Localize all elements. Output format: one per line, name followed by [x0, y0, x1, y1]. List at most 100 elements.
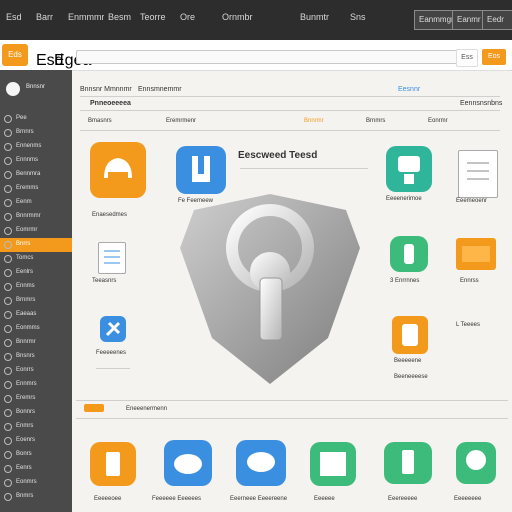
bottom-label: Eneeenermenn: [126, 406, 168, 412]
breadcrumb-1[interactable]: Bnnsnr Mmnnmr: [80, 86, 132, 93]
bottom-app-label-5: Eeereeeee: [388, 496, 418, 502]
sidebar-item[interactable]: Tomcs: [0, 252, 72, 266]
folder-app-icon[interactable]: [456, 238, 496, 270]
shield-lock-icon: [178, 188, 362, 388]
sidebar-item-icon: [4, 465, 12, 473]
sidebar-item[interactable]: Eonmms: [0, 322, 72, 336]
sidebar-item[interactable]: Brnnrs: [0, 126, 72, 140]
sidebar-item[interactable]: Ennms: [0, 280, 72, 294]
sidebar-item[interactable]: Bennmra: [0, 168, 72, 182]
toolbar-item-8[interactable]: Bunmtr: [300, 12, 340, 26]
toolbar-button-3[interactable]: Eedr: [482, 10, 512, 30]
app-logo[interactable]: Eds: [2, 44, 28, 66]
sidebar-item-label: Bnnrmr: [16, 339, 36, 345]
sidebar-item[interactable]: Bnsnrs: [0, 350, 72, 364]
sidebar-item-icon: [4, 129, 12, 137]
sidebar-item[interactable]: Brnmrs: [0, 294, 72, 308]
helmet-app-icon[interactable]: [90, 142, 146, 198]
sidebar-item-icon: [4, 143, 12, 151]
app-label-11: Beeneeeese: [394, 374, 428, 380]
sidebar-item[interactable]: Ennmrs: [0, 378, 72, 392]
sidebar-item-label: Brnmrs: [16, 297, 36, 303]
sidebar-item-icon: [4, 381, 12, 389]
sidebar-item-label: Tomcs: [16, 255, 34, 261]
file-app-icon[interactable]: [98, 242, 126, 274]
sidebar-item-label: Eonmrs: [16, 479, 37, 485]
bottle-app-icon[interactable]: [390, 236, 428, 272]
header-primary-button[interactable]: Eos: [482, 49, 506, 65]
folder-icon: [462, 246, 490, 262]
sidebar-item[interactable]: Eenm: [0, 196, 72, 210]
tab-1[interactable]: Bmasnrs: [88, 118, 112, 124]
sidebar-item[interactable]: Ennenms: [0, 140, 72, 154]
tab-3[interactable]: Bnnrmr: [304, 118, 324, 124]
document-app-icon[interactable]: [458, 150, 498, 198]
sidebar-item-label: Eremms: [16, 185, 39, 191]
bottom-app-label-1: Eeeeeoee: [94, 496, 122, 502]
sidebar-item[interactable]: Eomrmr: [0, 224, 72, 238]
toolbar-item-4[interactable]: Besm: [108, 12, 136, 26]
book-app-icon[interactable]: [176, 146, 226, 194]
bottom-badge: [84, 404, 104, 412]
plug-app-icon[interactable]: [384, 442, 432, 484]
tab-2[interactable]: Eremrmenr: [166, 118, 196, 124]
chart-app-icon[interactable]: [310, 442, 356, 486]
sidebar-item[interactable]: Bnnrmmr: [0, 210, 72, 224]
toolbar-button-1[interactable]: Eanmmgr: [414, 10, 456, 30]
battery-app-icon[interactable]: [90, 442, 136, 486]
sidebar-item-label: Brnnrs: [16, 129, 34, 135]
header-ghost-button[interactable]: Ess: [456, 49, 478, 67]
cloud-app-icon[interactable]: [164, 440, 212, 486]
tab-4[interactable]: Brnmrs: [366, 118, 385, 124]
sidebar-item[interactable]: Enmrs: [0, 420, 72, 434]
sidebar-item[interactable]: Eremrs: [0, 392, 72, 406]
sidebar-item-icon: [4, 339, 12, 347]
toolbar-item-7[interactable]: Ornmbr: [222, 12, 262, 26]
person-app-icon[interactable]: [456, 442, 496, 484]
toolbar-item-5[interactable]: Teorre: [140, 12, 174, 26]
tools-app-icon[interactable]: [100, 316, 126, 342]
sidebar-item[interactable]: Bonnrs: [0, 406, 72, 420]
sidebar-item[interactable]: Bonrs: [0, 448, 72, 462]
breadcrumb-3[interactable]: Eesnnr: [398, 86, 420, 93]
toolbar-item-2[interactable]: Barr: [36, 12, 64, 26]
search-input[interactable]: [76, 50, 476, 64]
sidebar-item-icon: [4, 297, 12, 305]
sidebar-item-label: Enmrs: [16, 423, 34, 429]
sidebar-item[interactable]: Pee: [0, 112, 72, 126]
tab-5[interactable]: Eonrmr: [428, 118, 448, 124]
breadcrumb-2[interactable]: Ennsmnemmr: [138, 86, 182, 93]
toolbar-item-1[interactable]: Esd: [6, 12, 32, 26]
sidebar-item-icon: [4, 171, 12, 179]
toolbar-item-6[interactable]: Ore: [180, 12, 210, 26]
bottle-icon: [404, 244, 414, 264]
bottom-app-label-2: Feeeeee Eeeeees: [152, 496, 202, 502]
toolbar-button-2[interactable]: Eanmr: [452, 10, 486, 30]
toolbar-item-3[interactable]: Enmmmr: [68, 12, 104, 26]
sidebar-item-label: Eenm: [16, 199, 32, 205]
sidebar-item[interactable]: Eonmrs: [0, 476, 72, 490]
app-label-12: L Teeees: [456, 322, 481, 328]
breadcrumb-4[interactable]: Eennsnsnbns: [460, 100, 502, 107]
app-label-5: Teeasnrs: [92, 278, 117, 284]
sidebar-item[interactable]: Eenlrs: [0, 266, 72, 280]
sidebar-item[interactable]: Eoenrs: [0, 434, 72, 448]
sidebar-item[interactable]: Eenrs: [0, 462, 72, 476]
number-app-icon[interactable]: [392, 316, 428, 354]
sidebar-item[interactable]: Eonrrs: [0, 364, 72, 378]
sidebar-item[interactable]: Bnrrs: [0, 238, 72, 252]
sidebar-username: Bnnsnr: [26, 84, 46, 90]
sidebar-item-label: Bonrs: [16, 451, 32, 457]
bottom-app-label-3: Eeerneee Eeeereene: [230, 496, 288, 502]
sidebar-item[interactable]: Eremms: [0, 182, 72, 196]
battery-icon: [106, 452, 120, 476]
storage-app-icon[interactable]: [236, 440, 286, 486]
sidebar-item[interactable]: Eaeaas: [0, 308, 72, 322]
sidebar-user[interactable]: Bnnsnr: [4, 76, 68, 106]
sidebar-item[interactable]: Bnnrmr: [0, 336, 72, 350]
divider: [76, 400, 508, 401]
toolbar-item-9[interactable]: Sns: [350, 12, 380, 26]
sidebar-item[interactable]: Ennnms: [0, 154, 72, 168]
robot-app-icon[interactable]: [386, 146, 432, 192]
sidebar-item[interactable]: Bnmrs: [0, 490, 72, 504]
